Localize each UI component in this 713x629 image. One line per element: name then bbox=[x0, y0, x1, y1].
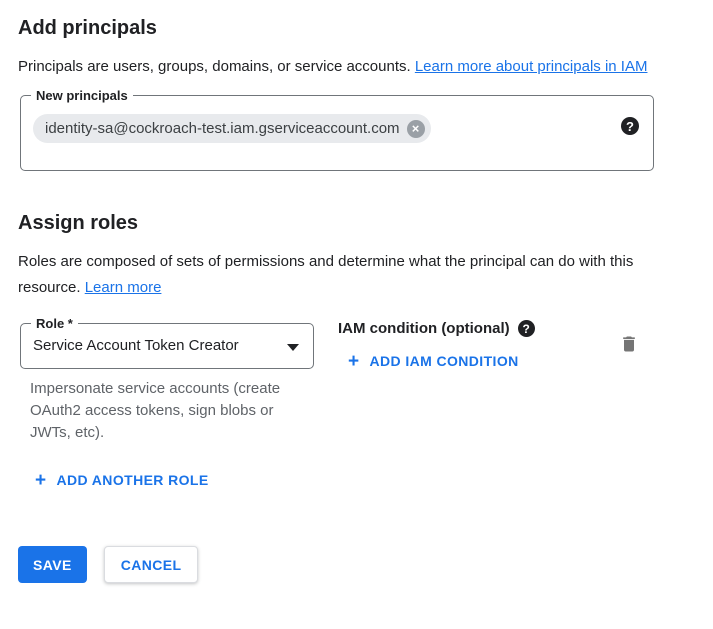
add-another-role-label: ADD ANOTHER ROLE bbox=[57, 470, 209, 490]
role-helper-text: Impersonate service accounts (create OAu… bbox=[30, 378, 302, 444]
add-principals-panel: Add principals Principals are users, gro… bbox=[0, 0, 713, 583]
new-principals-label: New principals bbox=[31, 87, 133, 104]
chip-remove-icon[interactable]: × bbox=[407, 120, 425, 138]
add-iam-condition-label: ADD IAM CONDITION bbox=[370, 351, 519, 371]
principals-description: Principals are users, groups, domains, o… bbox=[18, 54, 668, 80]
iam-condition-label: IAM condition (optional) bbox=[338, 320, 510, 337]
new-principals-help-icon[interactable]: ? bbox=[621, 117, 639, 135]
iam-condition-column: IAM condition (optional) ? + ADD IAM CON… bbox=[338, 323, 535, 377]
role-select[interactable]: Role * Service Account Token Creator bbox=[20, 323, 314, 369]
principal-chip-text: identity-sa@cockroach-test.iam.gservicea… bbox=[45, 120, 400, 137]
trash-icon bbox=[619, 334, 639, 354]
dropdown-arrow-icon bbox=[287, 344, 299, 351]
role-label: Role * bbox=[31, 315, 78, 332]
new-principals-field[interactable]: New principals identity-sa@cockroach-tes… bbox=[20, 95, 654, 171]
plus-icon: + bbox=[35, 471, 47, 490]
save-button[interactable]: SAVE bbox=[18, 546, 87, 583]
role-column: Role * Service Account Token Creator Imp… bbox=[20, 323, 314, 444]
iam-condition-help-icon[interactable]: ? bbox=[518, 320, 535, 337]
principals-description-text: Principals are users, groups, domains, o… bbox=[18, 58, 415, 75]
cancel-button[interactable]: CANCEL bbox=[104, 546, 199, 583]
learn-more-principals-link[interactable]: Learn more about principals in IAM bbox=[415, 58, 648, 75]
assign-roles-title: Assign roles bbox=[18, 211, 713, 235]
iam-condition-label-row: IAM condition (optional) ? bbox=[338, 320, 535, 337]
principal-chip: identity-sa@cockroach-test.iam.gservicea… bbox=[33, 114, 431, 143]
delete-role-button[interactable] bbox=[619, 334, 639, 354]
action-buttons: SAVE CANCEL bbox=[18, 546, 713, 583]
add-another-role-button[interactable]: + ADD ANOTHER ROLE bbox=[27, 464, 217, 496]
plus-icon: + bbox=[348, 352, 360, 371]
add-iam-condition-button[interactable]: + ADD IAM CONDITION bbox=[340, 345, 527, 377]
role-row: Role * Service Account Token Creator Imp… bbox=[20, 323, 713, 444]
role-value: Service Account Token Creator bbox=[33, 337, 239, 354]
learn-more-roles-link[interactable]: Learn more bbox=[85, 279, 162, 296]
roles-description: Roles are composed of sets of permission… bbox=[18, 249, 668, 301]
page-title: Add principals bbox=[18, 0, 713, 40]
